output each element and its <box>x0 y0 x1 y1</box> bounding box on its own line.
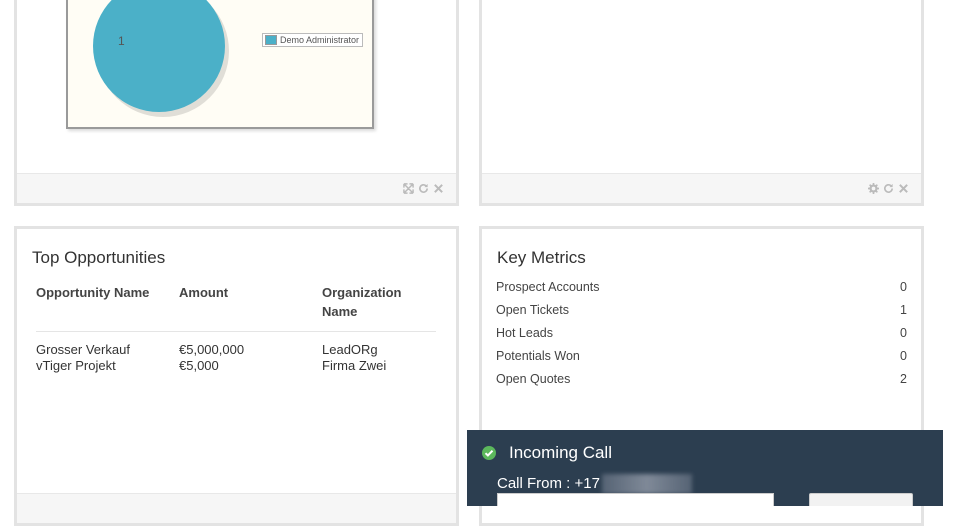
table-header: Opportunity Name Amount Organization Nam… <box>36 283 436 332</box>
refresh-icon[interactable] <box>418 183 429 194</box>
caller-name-input[interactable] <box>497 493 774 506</box>
metric-value: 2 <box>900 372 907 386</box>
close-icon[interactable] <box>898 183 909 194</box>
metric-value: 0 <box>900 326 907 340</box>
metric-label[interactable]: Potentials Won <box>496 349 580 363</box>
expand-icon[interactable] <box>403 183 414 194</box>
metric-value: 0 <box>900 349 907 363</box>
empty-widget <box>479 0 924 206</box>
opportunity-link[interactable]: vTiger Projekt <box>36 358 179 374</box>
pie-chart: 1 Demo Administrator <box>66 0 374 129</box>
table-body: Grosser Verkauf vTiger Projekt €5,000,00… <box>36 332 436 374</box>
redacted-number <box>602 474 692 494</box>
metric-row: Hot Leads 0 <box>496 326 907 340</box>
metric-label[interactable]: Hot Leads <box>496 326 553 340</box>
column-header-opportunity-name: Opportunity Name <box>36 285 150 300</box>
widget-footer <box>17 173 456 203</box>
legend-swatch <box>265 35 277 45</box>
popup-title: Incoming Call <box>509 443 612 462</box>
top-opportunities-widget: Top Opportunities Opportunity Name Amoun… <box>14 226 459 526</box>
pie-chart-widget: 1 Demo Administrator <box>14 0 459 206</box>
widget-title: Top Opportunities <box>32 248 166 267</box>
metric-label[interactable]: Open Tickets <box>496 303 569 317</box>
opportunity-link[interactable]: Grosser Verkauf <box>36 342 179 358</box>
metric-label[interactable]: Open Quotes <box>496 372 570 386</box>
metric-value: 1 <box>900 303 907 317</box>
chart-legend: Demo Administrator <box>262 33 364 47</box>
metric-row: Prospect Accounts 0 <box>496 280 907 294</box>
opportunities-table: Opportunity Name Amount Organization Nam… <box>36 283 436 374</box>
incoming-call-popup: Incoming Call Call From : +17 <box>467 430 943 506</box>
widget-footer <box>17 493 456 523</box>
close-icon[interactable] <box>433 183 444 194</box>
caller-number: Call From : +17 <box>497 475 600 492</box>
settings-icon[interactable] <box>868 183 879 194</box>
pie-chart-canvas <box>93 0 229 117</box>
column-header-organization-name: Organization Name <box>322 285 402 319</box>
organization-link[interactable]: Firma Zwei <box>322 358 436 374</box>
refresh-icon[interactable] <box>883 183 894 194</box>
amount-value: €5,000 <box>179 358 219 373</box>
metric-row: Open Quotes 2 <box>496 372 907 386</box>
organization-link[interactable]: LeadORg <box>322 342 436 358</box>
amount-value: €5,000,000 <box>179 342 245 357</box>
legend-label: Demo Administrator <box>280 35 360 45</box>
check-circle-icon <box>482 446 496 460</box>
metric-label[interactable]: Prospect Accounts <box>496 280 600 294</box>
widget-footer <box>482 173 921 203</box>
popup-action-button[interactable] <box>809 493 913 506</box>
widget-title: Key Metrics <box>497 248 586 267</box>
metric-row: Potentials Won 0 <box>496 349 907 363</box>
pie-data-label: 1 <box>118 34 125 48</box>
metric-row: Open Tickets 1 <box>496 303 907 317</box>
metric-value: 0 <box>900 280 907 294</box>
column-header-amount: Amount <box>179 285 229 300</box>
